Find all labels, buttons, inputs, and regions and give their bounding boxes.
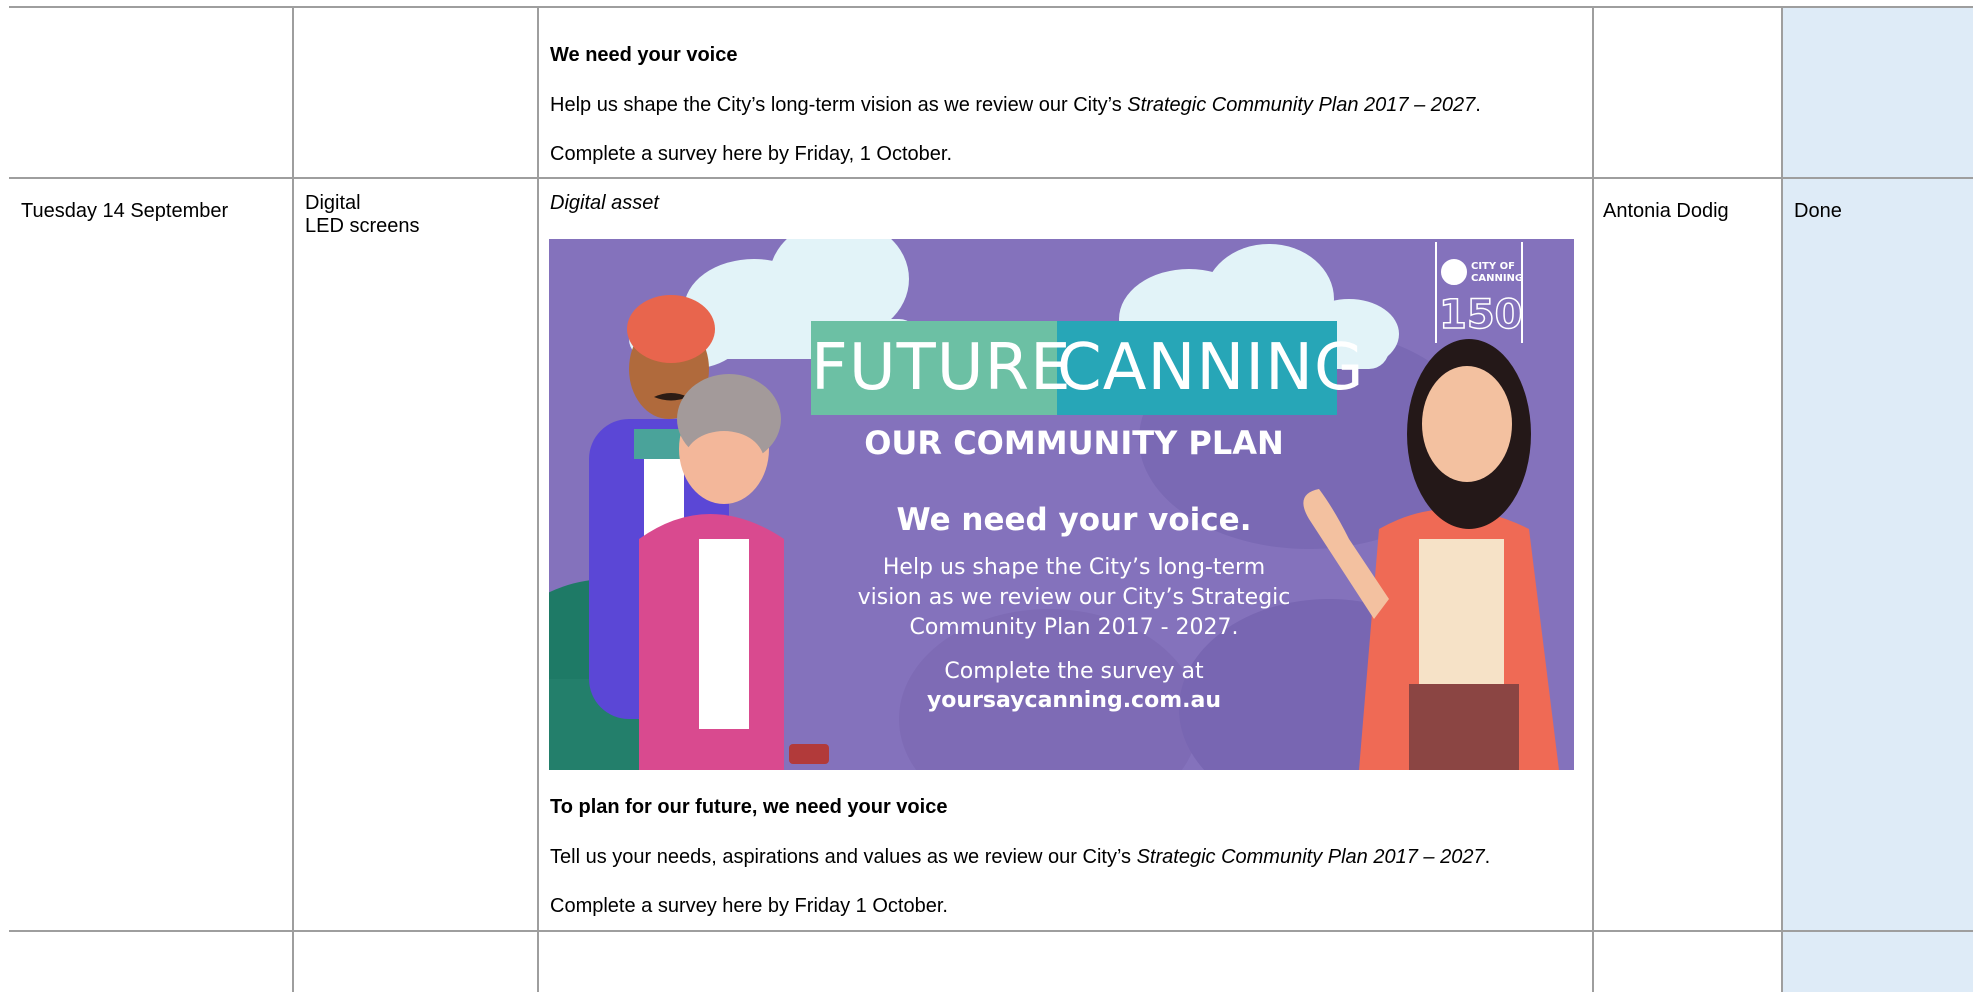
content-body-text: Help us shape the City’s long-term visio… (550, 94, 1128, 116)
content-cta: Complete a survey here by Friday 1 Octob… (550, 895, 948, 917)
channel-cell-line-2: LED screens (305, 215, 420, 237)
content-heading: We need your voice (550, 44, 738, 66)
status-column-shade (1782, 7, 1973, 992)
content-heading: To plan for our future, we need your voi… (550, 796, 948, 818)
content-label: Digital asset (550, 192, 659, 214)
future-canning-banner: FUTURE CANNING OUR COMMUNITY PLAN We nee… (549, 239, 1574, 770)
content-body: Help us shape the City’s long-term visio… (550, 93, 1481, 117)
plan-name: Strategic Community Plan 2017 – 2027 (1127, 94, 1476, 116)
content-body-end: . (1475, 94, 1481, 116)
banner-title-left: FUTURE (811, 331, 1072, 405)
logo-number: 150 (1438, 291, 1523, 339)
logo-text-line: CITY OF (1471, 261, 1515, 272)
table-border-top (9, 6, 1973, 8)
owner-cell: Antonia Dodig (1603, 200, 1729, 222)
status-cell: Done (1794, 200, 1842, 222)
banner-subtitle: OUR COMMUNITY PLAN (864, 424, 1284, 462)
content-body-text: Tell us your needs, aspirations and valu… (550, 846, 1137, 868)
table-column-divider (1592, 7, 1594, 992)
table-column-divider (1781, 7, 1783, 992)
table-column-divider (537, 7, 539, 992)
banner-title-right: CANNING (1057, 331, 1365, 405)
channel-cell-line-1: Digital (305, 192, 361, 214)
table-row-divider (9, 930, 1973, 932)
banner-cta-line: Complete the survey at (944, 659, 1204, 684)
banner-url: yoursaycanning.com.au (926, 688, 1222, 713)
content-cta: Complete a survey here by Friday, 1 Octo… (550, 143, 953, 165)
date-cell: Tuesday 14 September (21, 200, 229, 222)
banner-body-line: Help us shape the City’s long-term (882, 555, 1266, 580)
banner-headline: We need your voice. (896, 502, 1252, 538)
table-row-divider (9, 177, 1973, 179)
table-column-divider (292, 7, 294, 992)
logo-text-line: CANNING (1471, 273, 1524, 284)
banner-body-line: vision as we review our City’s Strategic (857, 585, 1291, 610)
plan-name: Strategic Community Plan 2017 – 2027 (1136, 846, 1485, 868)
content-body-end: . (1484, 846, 1491, 868)
content-body: Tell us your needs, aspirations and valu… (550, 845, 1490, 869)
banner-body-line: Community Plan 2017 - 2027. (909, 615, 1239, 640)
